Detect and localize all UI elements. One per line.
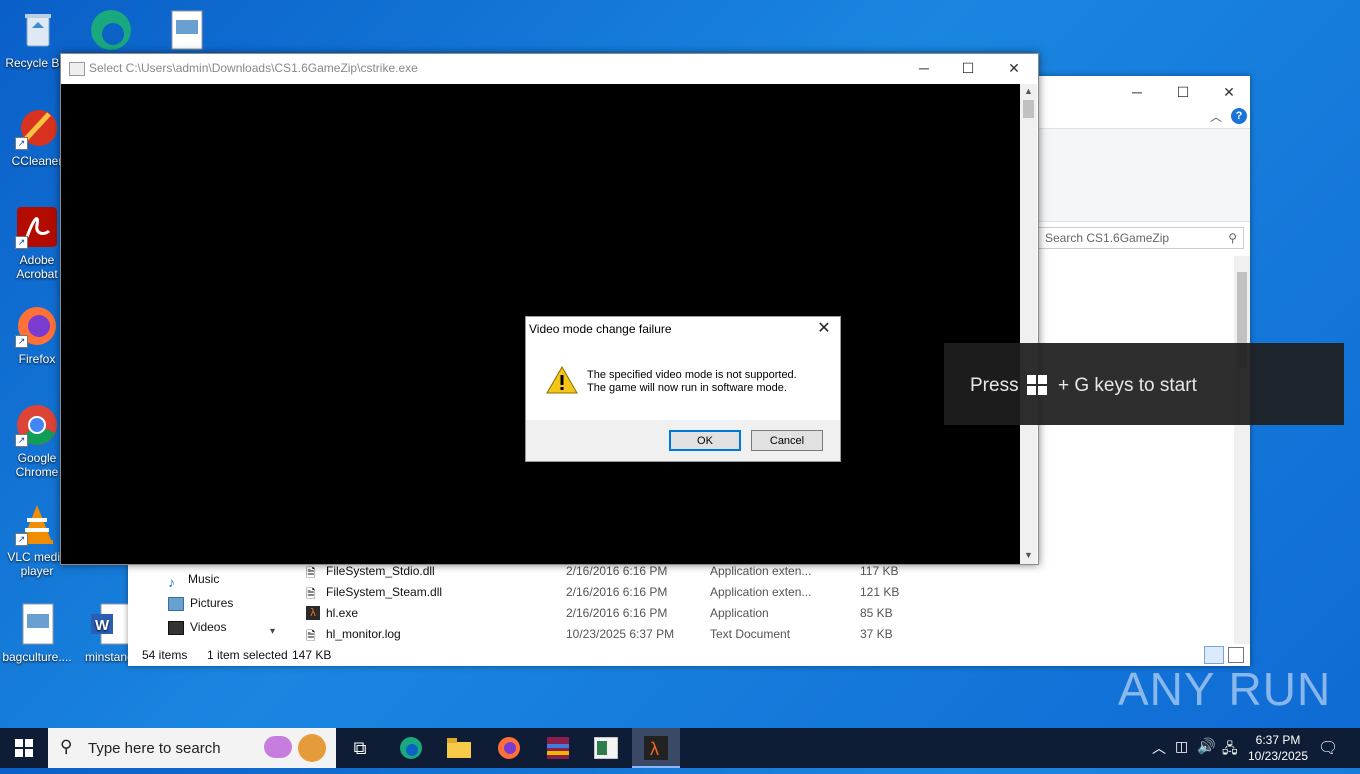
file-row[interactable]: 🗎 hl_monitor.log 10/23/2025 6:37 PM Text… xyxy=(306,625,926,645)
window-title: Select C:\Users\admin\Downloads\CS1.6Gam… xyxy=(89,61,418,75)
nav-item-pictures[interactable]: Pictures xyxy=(168,596,233,611)
maximize-button[interactable]: ☐ xyxy=(945,54,991,82)
ccleaner-icon: ↗ xyxy=(15,106,59,150)
task-view-icon[interactable]: ⧉ xyxy=(336,728,384,768)
edge-taskbar-icon[interactable] xyxy=(387,728,435,768)
desktop-icon-label: bagculture.... xyxy=(2,650,72,664)
large-icons-view-icon[interactable] xyxy=(1228,647,1244,663)
file-row[interactable]: 🗎 FileSystem_Stdio.dll 2/16/2016 6:16 PM… xyxy=(306,562,926,582)
nav-item-music[interactable]: ♪ Music xyxy=(168,572,219,590)
word-taskbar-icon[interactable] xyxy=(582,728,630,768)
image-file-desktop-icon[interactable] xyxy=(170,10,204,50)
desktop-icon-label: Adobe Acrobat xyxy=(16,253,58,281)
dialog-title: Video mode change failure xyxy=(529,322,672,336)
svg-text:W: W xyxy=(95,617,110,634)
search-icon: ⚲ xyxy=(60,737,73,756)
help-icon[interactable]: ? xyxy=(1231,108,1247,124)
taskbar-search-placeholder: Type here to search xyxy=(88,740,221,757)
image-file-icon xyxy=(15,602,59,646)
status-bar: 54 items 1 item selected 147 KB xyxy=(128,644,1250,666)
scrollbar-thumb[interactable] xyxy=(1023,100,1034,118)
vertical-scrollbar[interactable]: ▲ ▼ xyxy=(1020,84,1037,564)
close-button[interactable]: ✕ xyxy=(991,54,1037,82)
word-file-icon: W xyxy=(87,602,131,646)
shortcut-arrow-icon: ↗ xyxy=(15,533,28,546)
dll-file-icon: 🗎 xyxy=(306,587,316,601)
selected-size: 147 KB xyxy=(292,648,332,662)
gamebar-tip: Press + G keys to start xyxy=(944,343,1344,425)
nav-item-videos[interactable]: Videos xyxy=(168,620,226,635)
file-explorer-taskbar-icon[interactable] xyxy=(435,728,483,768)
search-icon: ⚲ xyxy=(1228,231,1237,245)
music-icon: ♪ xyxy=(168,573,175,590)
minimize-button[interactable]: ─ xyxy=(1114,80,1160,104)
nav-scroll-down-icon[interactable]: ▾ xyxy=(270,626,275,637)
collapse-ribbon-icon[interactable]: ︿ xyxy=(1210,108,1222,125)
half-life-taskbar-icon[interactable]: λ xyxy=(632,728,680,768)
scroll-up-icon[interactable]: ▲ xyxy=(1024,86,1033,96)
vertical-scrollbar[interactable] xyxy=(1234,256,1250,644)
minimize-button[interactable]: ─ xyxy=(901,54,947,82)
desktop-icon-label: VLC media player xyxy=(7,550,67,578)
search-highlight-icon xyxy=(298,734,326,762)
cstrike-window: Select C:\Users\admin\Downloads\CS1.6Gam… xyxy=(60,53,1039,565)
recycle-bin-icon xyxy=(15,8,59,52)
shortcut-arrow-icon: ↗ xyxy=(15,335,28,348)
firefox-icon: ↗ xyxy=(15,304,59,348)
clock-date: 10/23/2025 xyxy=(1247,749,1309,763)
close-button[interactable]: ✕ xyxy=(1206,80,1252,104)
desktop-icon-label: Google Chrome xyxy=(15,451,59,479)
search-highlight-icon xyxy=(264,736,292,758)
volume-icon[interactable]: 🔊 xyxy=(1197,737,1216,755)
scroll-down-icon[interactable]: ▼ xyxy=(1024,550,1033,560)
videos-icon xyxy=(168,620,184,635)
ok-button[interactable]: OK xyxy=(669,430,741,451)
pictures-icon xyxy=(168,596,184,611)
cancel-button[interactable]: Cancel xyxy=(751,430,823,451)
show-hidden-icons-icon[interactable]: ︿ xyxy=(1152,738,1166,758)
notifications-icon[interactable]: 🗨 xyxy=(1318,738,1338,758)
start-button[interactable] xyxy=(0,728,48,768)
acrobat-icon: ↗ xyxy=(15,205,59,249)
file-row[interactable]: λ hl.exe 2/16/2016 6:16 PM Application 8… xyxy=(306,604,926,624)
edge-desktop-icon[interactable] xyxy=(86,6,136,50)
warning-icon xyxy=(545,365,579,398)
desktop-icon-bagculture[interactable]: bagculture.... xyxy=(0,602,74,664)
gamebar-tip-suffix: + G keys to start xyxy=(1058,375,1197,396)
windows-key-icon xyxy=(1027,375,1047,401)
video-mode-dialog: Video mode change failure ✕ The specifie… xyxy=(525,316,841,462)
clock-time: 6:37 PM xyxy=(1255,733,1301,747)
network-icon[interactable]: 🖧 xyxy=(1222,738,1238,762)
window-app-icon xyxy=(69,62,85,76)
dll-file-icon: 🗎 xyxy=(306,566,316,580)
selected-count: 1 item selected xyxy=(207,648,288,662)
firefox-taskbar-icon[interactable] xyxy=(485,728,533,768)
svg-text:λ: λ xyxy=(650,739,659,759)
dialog-message: The specified video mode is not supporte… xyxy=(587,369,797,394)
taskbar-search-input[interactable]: ⚲ Type here to search xyxy=(48,728,336,768)
vlc-icon: ↗ xyxy=(15,502,59,546)
gamebar-tip-prefix: Press xyxy=(970,375,1019,396)
dialog-close-button[interactable]: ✕ xyxy=(814,319,834,339)
maximize-button[interactable]: ☐ xyxy=(1160,80,1206,104)
anyrun-watermark: ANY RUN xyxy=(1118,663,1332,715)
shortcut-arrow-icon: ↗ xyxy=(15,137,28,150)
half-life-icon: λ xyxy=(306,606,320,620)
shortcut-arrow-icon: ↗ xyxy=(15,236,28,249)
shortcut-arrow-icon: ↗ xyxy=(15,434,28,447)
chrome-icon: ↗ xyxy=(15,403,59,447)
winrar-taskbar-icon[interactable] xyxy=(534,728,582,768)
search-input[interactable]: Search CS1.6GameZip ⚲ xyxy=(1038,227,1244,249)
item-count: 54 items xyxy=(142,648,188,662)
clock[interactable]: 6:37 PM 10/23/2025 xyxy=(1246,732,1310,764)
meet-now-icon[interactable]: ◫ xyxy=(1175,738,1188,755)
taskbar: ⚲ Type here to search ⧉ λ ︿ ◫ 🔊 🖧 6:37 P… xyxy=(0,728,1360,768)
file-row[interactable]: 🗎 FileSystem_Steam.dll 2/16/2016 6:16 PM… xyxy=(306,583,926,603)
dialog-footer: OK Cancel xyxy=(526,420,840,461)
